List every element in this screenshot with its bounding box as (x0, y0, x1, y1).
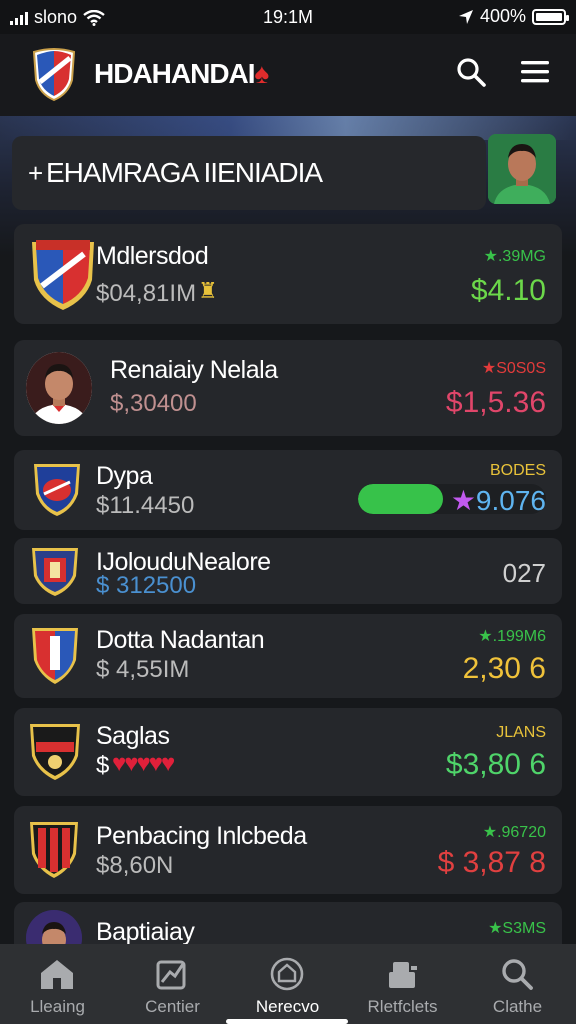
nav-label: Centier (145, 997, 200, 1016)
app-title-text: HDAHANDAI (94, 58, 256, 89)
star-icon: ★ (482, 824, 498, 841)
list-item[interactable]: Dypa $11.4450 BODES ★9.076 (14, 450, 562, 530)
item-value: $1,5.36 (445, 386, 546, 419)
list-item[interactable]: Dotta Nadantan $ 4,55IM ★.199M6 2,30 6 (14, 614, 562, 698)
item-name: Renaiaiy Nelala (110, 356, 278, 384)
item-price: $11.4450 (96, 492, 195, 519)
item-price: $ 4,55IM (96, 656, 190, 683)
item-tag: BODES (489, 462, 546, 479)
club-logo-icon (32, 48, 76, 102)
nav-item-profile[interactable]: Rletfclets (345, 944, 460, 1024)
menu-icon[interactable] (519, 56, 551, 88)
flame-icon: ♠ (254, 58, 270, 89)
item-tag: ★.96720 (482, 824, 546, 841)
list-item[interactable]: Mdlersdod $04,81IM ♜ ★.39MG $4.10 (14, 224, 562, 324)
item-tag: ★S0S0S (481, 360, 546, 377)
item-value: 2,30 6 (462, 652, 546, 685)
club-crest-icon (32, 628, 78, 684)
player-photo-icon (488, 134, 556, 204)
club-crest-icon (34, 464, 80, 516)
nav-label: Nerecvo (255, 997, 320, 1016)
star-icon: ★ (483, 248, 498, 265)
bottom-nav: Lleaing Centier Nerecvo Rletfclets Clath… (0, 944, 576, 1024)
player-photo-icon (26, 352, 92, 424)
nav-label: Rletfclets (367, 997, 438, 1016)
item-value: $ 3,87 8 (437, 846, 546, 879)
star-icon: ★ (481, 360, 497, 377)
battery-percent: 400% (479, 6, 526, 26)
item-price: $8,60N (96, 852, 174, 879)
trophy-icon: ♜ (198, 278, 218, 303)
star-icon: ★ (488, 920, 503, 937)
club-crest-icon (32, 240, 94, 310)
item-value: $4.10 (470, 274, 546, 307)
list-item[interactable]: Saglas $ ♥♥♥♥♥ JLANS $3,80 6 (14, 708, 562, 796)
item-name: Saglas (96, 722, 170, 750)
item-name: Dotta Nadantan (96, 626, 265, 654)
star-icon: ★ (478, 628, 493, 645)
item-value: ★9.076 (450, 485, 546, 516)
app-header: HDAHANDAI♠ (0, 34, 576, 116)
item-name: Baptiaiay (96, 918, 195, 946)
jersey-icons: ♥♥♥♥♥ (112, 750, 175, 777)
location-icon (458, 9, 473, 24)
item-value: $3,80 6 (445, 748, 546, 781)
item-price: $ (96, 752, 110, 779)
player-avatar (26, 352, 92, 424)
item-tag: ★.199M6 (478, 628, 546, 645)
item-name: Mdlersdod (96, 242, 209, 270)
nav-item-home[interactable]: Lleaing (0, 944, 115, 1024)
progress-bar-fill (358, 484, 443, 514)
item-name: Penbacing Inlcbeda (96, 822, 307, 850)
club-crest-icon (32, 548, 78, 596)
item-tag: ★.39MG (483, 248, 546, 265)
home-icon (41, 960, 73, 989)
item-value: 027 (502, 558, 546, 588)
list-item[interactable]: Renaiaiy Nelala $,30400 ★S0S0S $1,5.36 (14, 340, 562, 436)
item-name: Dypa (96, 462, 153, 490)
nav-label: Clathe (492, 997, 543, 1016)
app-title: HDAHANDAI♠ (94, 58, 270, 90)
featured-title: EHAMRAGA IIENIADIA (46, 157, 323, 188)
featured-banner[interactable]: + EHAMRAGA IIENIADIA (12, 136, 486, 210)
list-item[interactable]: IJolouduNealore $ 312500 027 (14, 538, 562, 604)
shield-icon (270, 957, 304, 991)
item-price: $04,81IM (96, 280, 197, 307)
search-icon[interactable] (455, 56, 487, 88)
club-crest-icon (30, 724, 80, 780)
status-bar: slono 19:1M 400% (0, 0, 576, 34)
home-indicator[interactable] (226, 1019, 348, 1024)
nav-label: Lleaing (30, 997, 85, 1016)
search-icon (502, 959, 533, 990)
club-crest-icon (30, 822, 78, 878)
nav-item-search[interactable]: Clathe (460, 944, 575, 1024)
profile-card-icon (389, 962, 417, 988)
item-tag: JLANS (496, 724, 546, 741)
nav-item-shield[interactable]: Nerecvo (230, 944, 345, 1024)
list-item[interactable]: Penbacing Inlcbeda $8,60N ★.96720 $ 3,87… (14, 806, 562, 894)
status-right: 400% (458, 6, 569, 27)
star-icon: ★ (450, 485, 476, 516)
featured-plus: + (28, 158, 44, 188)
item-price: $,30400 (110, 390, 197, 417)
item-tag: ★S3MS (488, 920, 546, 937)
chart-icon (156, 960, 186, 990)
battery-icon (532, 8, 569, 25)
featured-player-avatar[interactable] (488, 134, 556, 204)
nav-item-center[interactable]: Centier (115, 944, 230, 1024)
item-price: $ 312500 (96, 572, 197, 599)
